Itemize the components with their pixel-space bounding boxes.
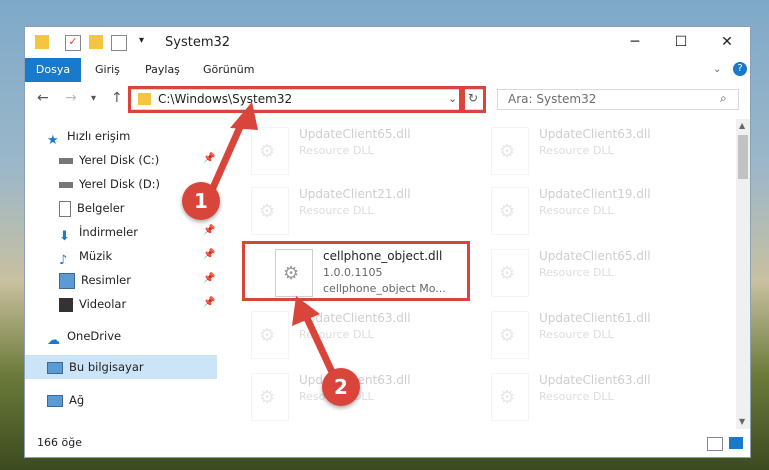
arrow-1-line (208, 114, 248, 194)
annotation-arrows (208, 102, 336, 376)
step-1-badge: 1 (182, 182, 220, 220)
step-2-badge: 2 (322, 368, 360, 406)
arrow-1-head (230, 102, 258, 130)
arrow-2-line (302, 312, 336, 376)
